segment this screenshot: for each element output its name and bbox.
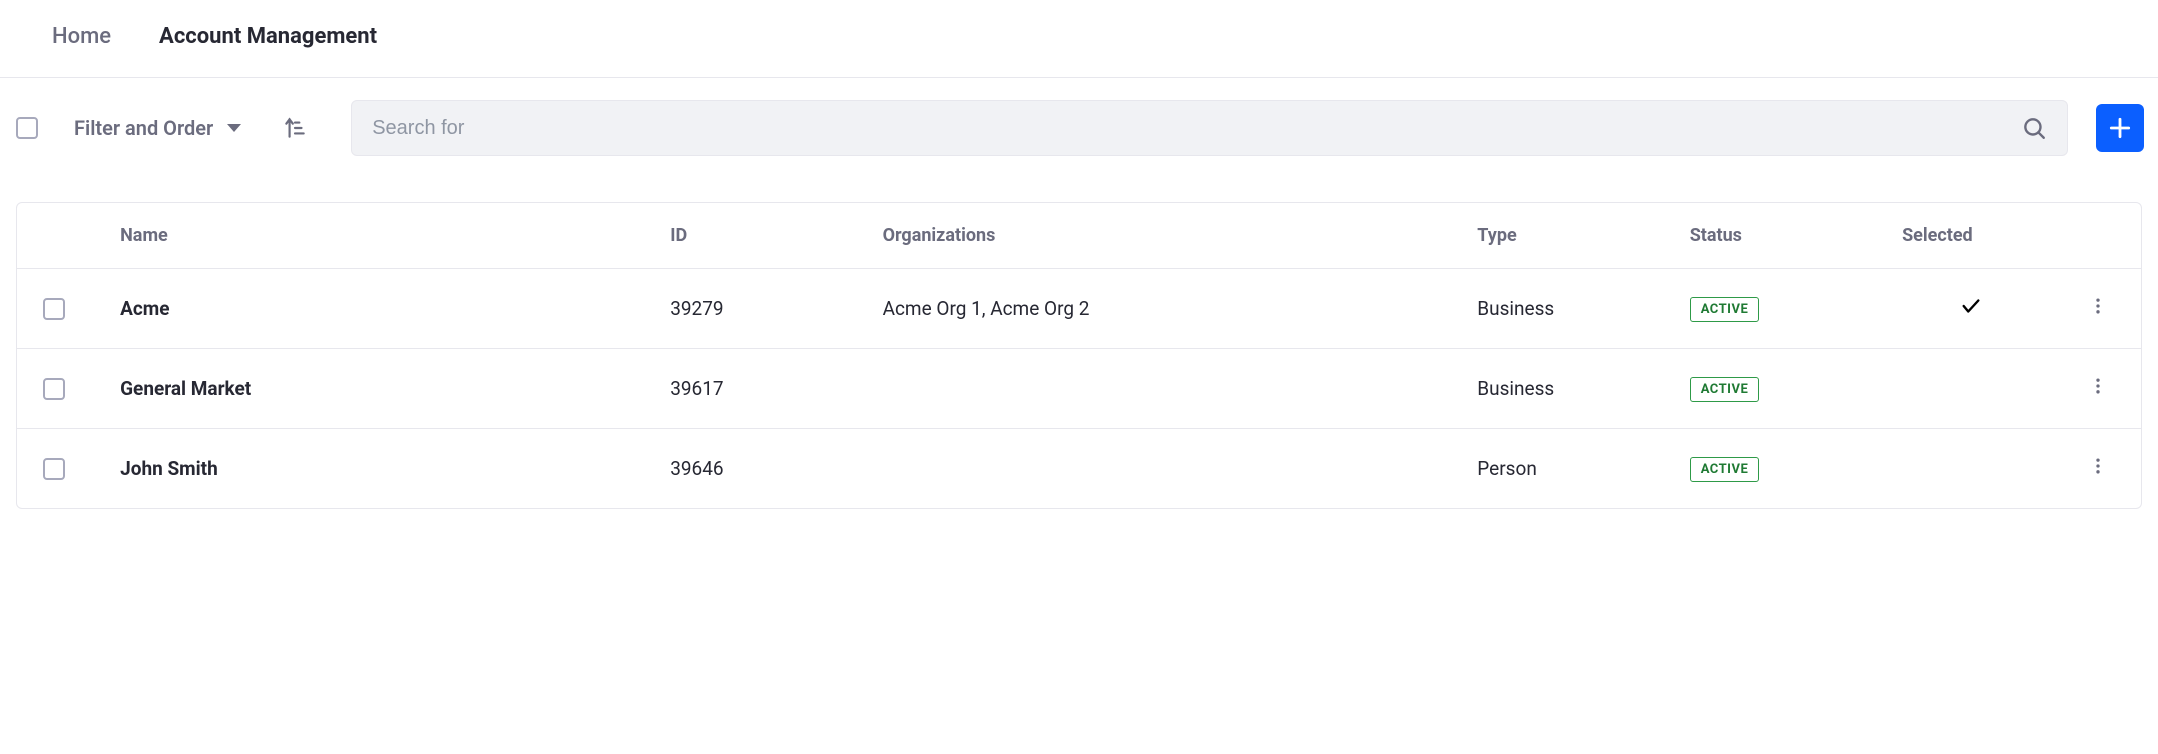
status-badge: ACTIVE (1690, 457, 1760, 482)
col-header-selected[interactable]: Selected (1886, 203, 2056, 269)
search-icon (2021, 115, 2047, 141)
cell-type: Person (1461, 429, 1673, 509)
breadcrumb-home-link[interactable]: Home (52, 24, 111, 49)
table-row: Acme39279Acme Org 1, Acme Org 2Business A… (17, 269, 2141, 349)
cell-selected (1886, 349, 2056, 429)
row-actions-menu[interactable] (2088, 296, 2108, 316)
breadcrumb-current: Account Management (159, 24, 377, 49)
accounts-table-wrap: Name ID Organizations Type Status Select… (16, 202, 2142, 509)
table-header-row: Name ID Organizations Type Status Select… (17, 203, 2141, 269)
col-header-type[interactable]: Type (1461, 203, 1673, 269)
row-checkbox[interactable] (43, 458, 65, 480)
row-actions-menu[interactable] (2088, 456, 2108, 476)
table-row: General Market39617 Business ACTIVE (17, 349, 2141, 429)
add-button[interactable] (2096, 104, 2144, 152)
cell-organizations (867, 429, 1462, 509)
status-badge: ACTIVE (1690, 377, 1760, 402)
row-checkbox[interactable] (43, 298, 65, 320)
sort-icon (282, 115, 308, 141)
col-header-name[interactable]: Name (116, 203, 654, 269)
col-header-id[interactable]: ID (654, 203, 866, 269)
cell-id: 39617 (654, 349, 866, 429)
cell-type: Business (1461, 349, 1673, 429)
kebab-icon (2088, 296, 2108, 316)
cell-id: 39279 (654, 269, 866, 349)
cell-status: ACTIVE (1674, 349, 1886, 429)
col-header-organizations[interactable]: Organizations (867, 203, 1462, 269)
toolbar: Filter and Order (0, 78, 2158, 178)
sort-button[interactable] (277, 110, 313, 146)
cell-type: Business (1461, 269, 1673, 349)
cell-name[interactable]: General Market (116, 349, 654, 429)
kebab-icon (2088, 376, 2108, 396)
cell-id: 39646 (654, 429, 866, 509)
cell-name[interactable]: John Smith (116, 429, 654, 509)
cell-selected (1886, 269, 2056, 349)
search-field-wrap (351, 100, 2068, 156)
cell-status: ACTIVE (1674, 429, 1886, 509)
row-checkbox[interactable] (43, 378, 65, 400)
filter-order-label: Filter and Order (74, 116, 213, 140)
filter-order-dropdown[interactable]: Filter and Order (74, 116, 241, 140)
search-input[interactable] (372, 117, 2021, 140)
cell-status: ACTIVE (1674, 269, 1886, 349)
cell-organizations (867, 349, 1462, 429)
breadcrumb: Home Account Management (0, 0, 2158, 78)
row-actions-menu[interactable] (2088, 376, 2108, 396)
caret-down-icon (227, 124, 241, 132)
status-badge: ACTIVE (1690, 297, 1760, 322)
table-row: John Smith39646 Person ACTIVE (17, 429, 2141, 509)
cell-name[interactable]: Acme (116, 269, 654, 349)
plus-icon (2107, 115, 2133, 141)
kebab-icon (2088, 456, 2108, 476)
select-all-checkbox[interactable] (16, 117, 38, 139)
col-header-status[interactable]: Status (1674, 203, 1886, 269)
check-icon (1960, 295, 1982, 317)
accounts-table: Name ID Organizations Type Status Select… (17, 203, 2141, 508)
cell-organizations: Acme Org 1, Acme Org 2 (867, 269, 1462, 349)
cell-selected (1886, 429, 2056, 509)
